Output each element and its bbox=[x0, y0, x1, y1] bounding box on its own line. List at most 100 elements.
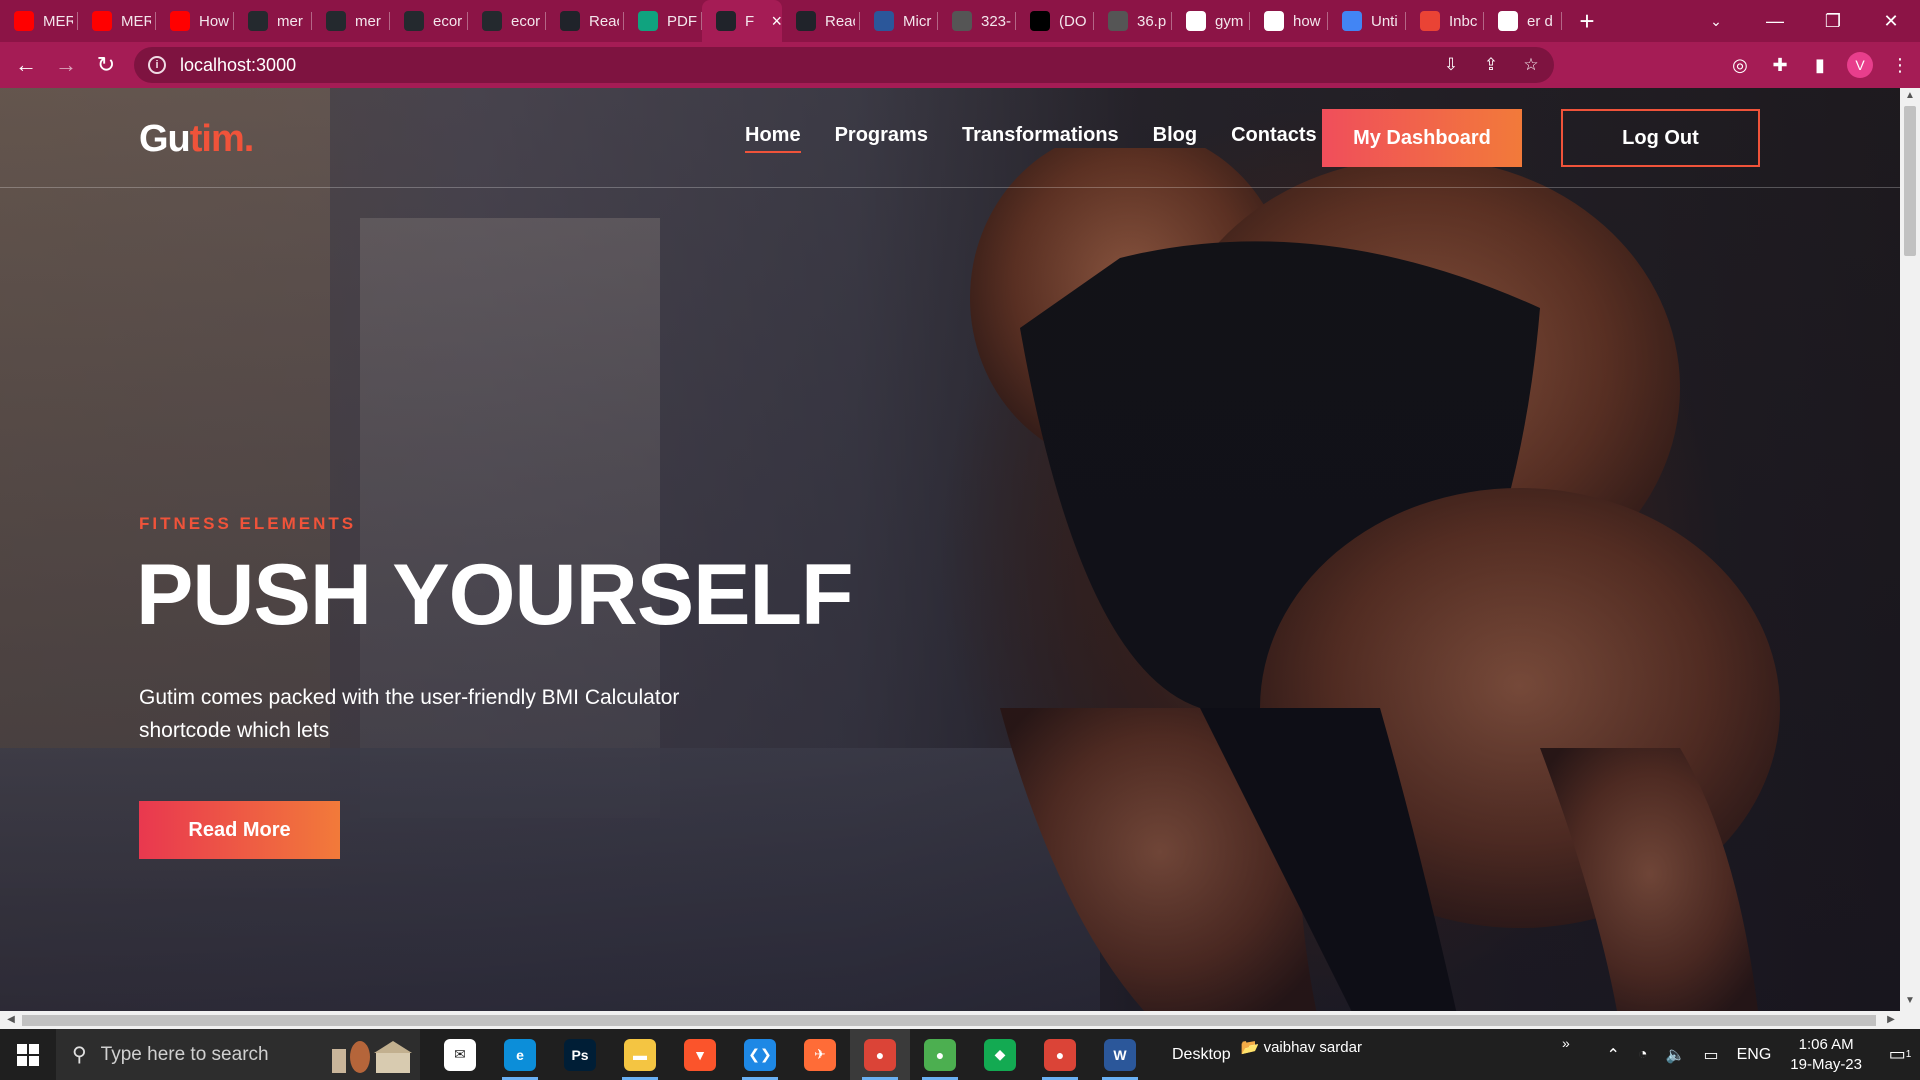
tab-label: Reac bbox=[589, 12, 619, 30]
taskbar-user-folder[interactable]: 📂 vaibhav sardar bbox=[1241, 1038, 1362, 1056]
browser-menu-icon[interactable]: ⋮ bbox=[1880, 55, 1920, 76]
taskbar-app[interactable]: ● bbox=[850, 1029, 910, 1080]
notification-count: 1 bbox=[1905, 1049, 1912, 1060]
site-logo[interactable]: Gutim. bbox=[139, 118, 254, 161]
nav-contacts[interactable]: Contacts bbox=[1231, 124, 1317, 153]
side-panel-icon[interactable]: ▮ bbox=[1800, 55, 1840, 76]
taskbar-app[interactable]: e bbox=[490, 1029, 550, 1080]
taskbar-app[interactable]: Ps bbox=[550, 1029, 610, 1080]
nav-blog[interactable]: Blog bbox=[1153, 124, 1197, 153]
vertical-scrollbar[interactable]: ▲ ▼ bbox=[1900, 88, 1920, 1011]
taskbar-app[interactable]: ▬ bbox=[610, 1029, 670, 1080]
nav-programs[interactable]: Programs bbox=[835, 124, 928, 153]
browser-tab[interactable]: er d bbox=[1484, 0, 1562, 42]
browser-tab[interactable]: PDF bbox=[624, 0, 702, 42]
tab-label: MER bbox=[43, 12, 73, 30]
close-window-icon[interactable]: ✕ bbox=[1862, 0, 1920, 42]
volume-icon[interactable]: 🔈 bbox=[1666, 1045, 1686, 1065]
wifi-icon[interactable]: ◔ bbox=[1638, 1046, 1648, 1064]
url-text[interactable]: localhost:3000 bbox=[180, 55, 296, 76]
back-arrow-icon[interactable]: ← bbox=[6, 45, 46, 85]
taskbar-app[interactable]: ◆ bbox=[970, 1029, 1030, 1080]
browser-tab[interactable]: Unti bbox=[1328, 0, 1406, 42]
forward-arrow-icon[interactable]: → bbox=[46, 45, 86, 85]
new-tab-button[interactable]: + bbox=[1562, 0, 1612, 42]
taskbar-app[interactable]: ● bbox=[1030, 1029, 1090, 1080]
desktop-toolbar-label[interactable]: Desktop bbox=[1172, 1046, 1231, 1064]
browser-tab[interactable]: Reac bbox=[782, 0, 860, 42]
browser-tab[interactable]: F × bbox=[702, 0, 782, 42]
taskbar-clock[interactable]: 1:06 AM 19-May-23 bbox=[1790, 1035, 1862, 1075]
scroll-left-arrow-icon[interactable]: ◀ bbox=[2, 1011, 20, 1029]
tab-search-dropdown-icon[interactable]: ⌄ bbox=[1696, 0, 1736, 42]
taskbar-app[interactable]: ▼ bbox=[670, 1029, 730, 1080]
tab-label: PDF bbox=[667, 12, 697, 30]
google-icon bbox=[1498, 11, 1518, 31]
browser-tab[interactable]: Micr bbox=[860, 0, 938, 42]
browser-tab[interactable]: Inbc bbox=[1406, 0, 1484, 42]
nav-transformations[interactable]: Transformations bbox=[962, 124, 1119, 153]
bookmark-star-icon[interactable]: ☆ bbox=[1518, 55, 1544, 75]
photoshop-icon: Ps bbox=[564, 1038, 596, 1071]
browser-tab[interactable]: ecor bbox=[390, 0, 468, 42]
postman-icon: ✈ bbox=[804, 1038, 836, 1071]
scroll-right-arrow-icon[interactable]: ▶ bbox=[1882, 1011, 1900, 1029]
globe-icon bbox=[1108, 11, 1128, 31]
my-dashboard-button[interactable]: My Dashboard bbox=[1322, 109, 1522, 167]
browser-tab[interactable]: gym bbox=[1172, 0, 1250, 42]
nav-home[interactable]: Home bbox=[745, 124, 801, 153]
tab-label: (DO bbox=[1059, 12, 1087, 30]
browser-tab[interactable]: how bbox=[1250, 0, 1328, 42]
document-icon bbox=[874, 11, 894, 31]
taskbar-search-placeholder[interactable]: Type here to search bbox=[101, 1044, 269, 1066]
browser-tab[interactable]: How bbox=[156, 0, 234, 42]
address-bar[interactable]: i localhost:3000 ⇩ ⇪ ☆ bbox=[134, 47, 1554, 83]
taskbar-app[interactable]: ❮❯ bbox=[730, 1029, 790, 1080]
profile-avatar[interactable]: V bbox=[1847, 52, 1873, 78]
browser-tab[interactable]: MER bbox=[78, 0, 156, 42]
page-viewport: Gutim. Home Programs Transformations Blo… bbox=[0, 88, 1900, 1011]
extensions-puzzle-icon[interactable]: ✚ bbox=[1760, 55, 1800, 76]
horizontal-scrollbar[interactable]: ◀ ▶ bbox=[0, 1011, 1920, 1029]
share-icon[interactable]: ⇪ bbox=[1478, 55, 1504, 75]
vscode-icon: ❮❯ bbox=[744, 1038, 776, 1071]
github-icon bbox=[326, 11, 346, 31]
browser-tab[interactable]: MER bbox=[0, 0, 78, 42]
extension-icon[interactable]: ◎ bbox=[1720, 55, 1760, 76]
toolbar-overflow-icon[interactable]: » bbox=[1562, 1035, 1570, 1051]
horizontal-scroll-thumb[interactable] bbox=[22, 1015, 1876, 1026]
show-hidden-icons-icon[interactable]: ⌃ bbox=[1607, 1045, 1620, 1065]
taskbar-app[interactable]: ● bbox=[910, 1029, 970, 1080]
globe-icon bbox=[952, 11, 972, 31]
language-indicator[interactable]: ENG bbox=[1737, 1046, 1772, 1064]
browser-tab[interactable]: ecor bbox=[468, 0, 546, 42]
tab-label: Reac bbox=[825, 12, 855, 30]
taskbar-app[interactable]: ✉ bbox=[430, 1029, 490, 1080]
windows-start-button[interactable] bbox=[0, 1029, 56, 1080]
browser-tab-strip: MERMERHowmermerecorecorReacPDFF×ReacMicr… bbox=[0, 0, 1920, 42]
close-tab-icon[interactable]: × bbox=[771, 11, 782, 32]
restore-icon[interactable]: ❐ bbox=[1804, 0, 1862, 42]
browser-tab[interactable]: (DO bbox=[1016, 0, 1094, 42]
read-more-button[interactable]: Read More bbox=[139, 801, 340, 859]
notifications-icon[interactable]: ▭ 1 bbox=[1880, 1029, 1920, 1080]
vertical-scroll-thumb[interactable] bbox=[1904, 106, 1916, 256]
log-out-button[interactable]: Log Out bbox=[1561, 109, 1760, 167]
youtube-icon bbox=[170, 11, 190, 31]
battery-icon[interactable]: ▭ bbox=[1704, 1045, 1719, 1065]
browser-tab[interactable]: mer bbox=[234, 0, 312, 42]
minimize-icon[interactable]: — bbox=[1746, 0, 1804, 42]
install-app-icon[interactable]: ⇩ bbox=[1438, 55, 1464, 75]
taskbar-app[interactable]: W bbox=[1090, 1029, 1150, 1080]
scroll-up-arrow-icon[interactable]: ▲ bbox=[1900, 90, 1920, 106]
taskbar-search-box[interactable]: ⚲ Type here to search bbox=[56, 1029, 420, 1080]
main-nav: Home Programs Transformations Blog Conta… bbox=[745, 124, 1351, 153]
scroll-down-arrow-icon[interactable]: ▼ bbox=[1900, 995, 1920, 1011]
reload-icon[interactable]: ↻ bbox=[86, 45, 126, 85]
site-info-icon[interactable]: i bbox=[148, 56, 166, 74]
browser-tab[interactable]: 36.p bbox=[1094, 0, 1172, 42]
browser-tab[interactable]: 323- bbox=[938, 0, 1016, 42]
browser-tab[interactable]: Reac bbox=[546, 0, 624, 42]
taskbar-app[interactable]: ✈ bbox=[790, 1029, 850, 1080]
browser-tab[interactable]: mer bbox=[312, 0, 390, 42]
